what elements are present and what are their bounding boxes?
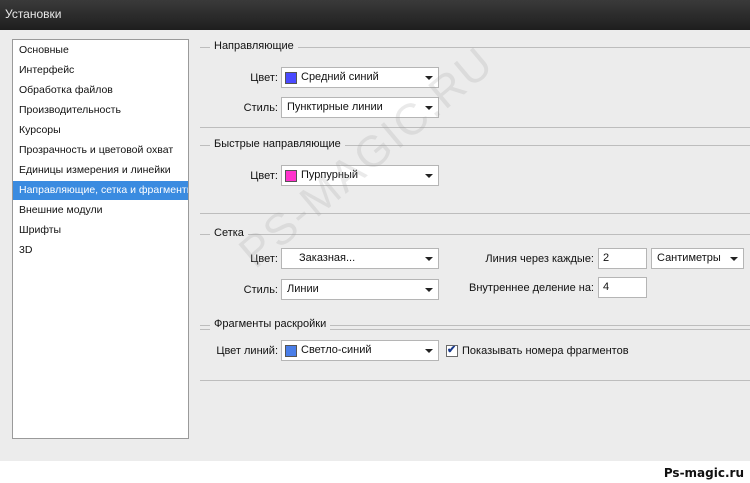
sidebar-item-cursors[interactable]: Курсоры: [13, 121, 188, 140]
sidebar-item-type[interactable]: Шрифты: [13, 221, 188, 240]
gridline-unit-value: Сантиметры: [657, 252, 721, 264]
subdivisions-label: Внутреннее деление на:: [469, 282, 594, 294]
chevron-down-icon: [425, 349, 433, 353]
sidebar-item-guides-grid-slices[interactable]: Направляющие, сетка и фрагменты: [13, 181, 188, 200]
slices-group-title: Фрагменты раскройки: [210, 318, 331, 330]
gridline-unit-select[interactable]: Сантиметры: [651, 248, 744, 269]
subdivisions-input[interactable]: 4: [598, 277, 647, 298]
gridline-every-input[interactable]: 2: [598, 248, 647, 269]
preferences-dialog: Основные Интерфейс Обработка файлов Прои…: [0, 30, 750, 461]
title-bar: Установки: [0, 0, 750, 30]
guides-style-value: Пунктирные линии: [287, 101, 383, 113]
guides-color-swatch: [285, 72, 297, 84]
smart-guides-color-swatch: [285, 170, 297, 182]
sidebar-item-file-handling[interactable]: Обработка файлов: [13, 81, 188, 100]
chevron-down-icon: [425, 257, 433, 261]
smart-guides-group-title: Быстрые направляющие: [210, 138, 345, 150]
guides-group-title: Направляющие: [210, 40, 298, 52]
show-slice-numbers-checkbox[interactable]: ✔: [446, 344, 458, 357]
chevron-down-icon: [425, 174, 433, 178]
sidebar-item-interface[interactable]: Интерфейс: [13, 61, 188, 80]
grid-style-value: Линии: [287, 283, 319, 295]
sidebar-item-transparency-gamut[interactable]: Прозрачность и цветовой охват: [13, 141, 188, 160]
chevron-down-icon: [730, 257, 738, 261]
sidebar-item-3d[interactable]: 3D: [13, 241, 188, 260]
grid-color-select[interactable]: Заказная...: [281, 248, 439, 269]
grid-style-label: Стиль:: [243, 284, 278, 296]
sidebar-item-units-rulers[interactable]: Единицы измерения и линейки: [13, 161, 188, 180]
guides-color-label: Цвет:: [250, 72, 278, 84]
slice-line-color-swatch: [285, 345, 297, 357]
preferences-category-list: Основные Интерфейс Обработка файлов Прои…: [12, 39, 189, 439]
slice-line-color-select[interactable]: Светло-синий: [281, 340, 439, 361]
guides-style-label: Стиль:: [243, 102, 278, 114]
sidebar-item-performance[interactable]: Производительность: [13, 101, 188, 120]
guides-color-value: Средний синий: [301, 71, 379, 83]
grid-color-value: Заказная...: [299, 252, 356, 264]
slice-line-color-label: Цвет линий:: [216, 345, 278, 357]
window-title: Установки: [5, 7, 62, 21]
smart-guides-color-label: Цвет:: [250, 170, 278, 182]
slice-line-color-value: Светло-синий: [301, 344, 372, 356]
grid-style-select[interactable]: Линии: [281, 279, 439, 300]
checkmark-icon: ✔: [447, 344, 457, 356]
site-brand: Ps-magic.ru: [663, 466, 744, 480]
sidebar-item-general[interactable]: Основные: [13, 41, 188, 60]
sidebar-item-plugins[interactable]: Внешние модули: [13, 201, 188, 220]
show-slice-numbers-label[interactable]: Показывать номера фрагментов: [462, 345, 629, 357]
chevron-down-icon: [425, 288, 433, 292]
gridline-every-label: Линия через каждые:: [485, 253, 594, 265]
